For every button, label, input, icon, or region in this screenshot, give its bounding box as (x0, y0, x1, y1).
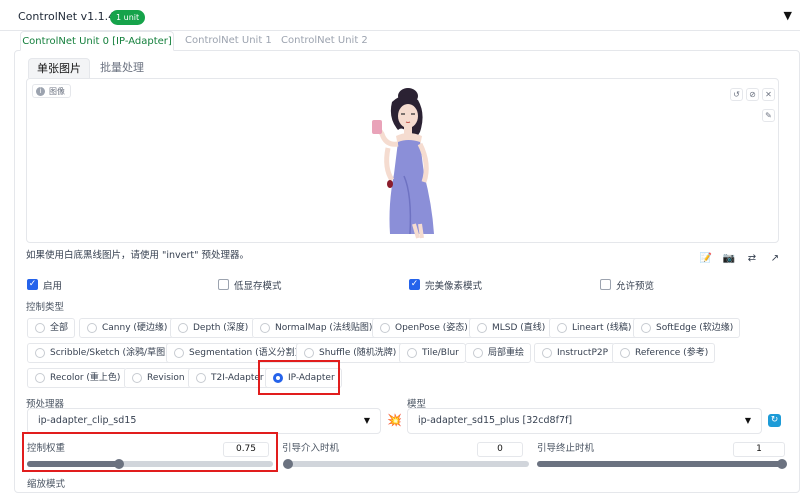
end-input[interactable]: 1 (733, 442, 785, 457)
radio-icon (178, 323, 188, 333)
control-type-openpose[interactable]: OpenPose (姿态) (372, 318, 475, 338)
end-label: 引导终止时机 (537, 443, 595, 454)
chevron-down-icon: ▼ (363, 416, 370, 425)
radio-icon (407, 348, 417, 358)
control-type-tile[interactable]: Tile/Blur (399, 343, 466, 363)
control-type-canny[interactable]: Canny (硬边缘) (79, 318, 175, 338)
control-type-all[interactable]: 全部 (27, 318, 76, 338)
control-type-depth[interactable]: Depth (深度) (170, 318, 256, 338)
brush-icon[interactable]: ✎ (762, 109, 775, 122)
control-type-revision[interactable]: Revision (124, 368, 192, 388)
radio-icon (260, 323, 270, 333)
radio-icon (132, 373, 142, 383)
run-preprocessor-icon[interactable]: 💥 (387, 413, 402, 427)
weight-slider-thumb[interactable] (114, 459, 124, 469)
collapse-toggle-icon[interactable]: ▼ (784, 9, 792, 22)
image-icon: i (36, 87, 45, 96)
control-type-normalmap[interactable]: NormalMap (法线贴图) (252, 318, 380, 338)
start-slider[interactable] (283, 461, 529, 467)
reference-image (354, 84, 486, 239)
control-type-inpaint[interactable]: 局部重绘 (465, 343, 532, 363)
start-label: 引导介入时机 (282, 443, 340, 454)
tab-unit-1[interactable]: ControlNet Unit 1 (185, 31, 272, 51)
radio-icon (35, 348, 45, 358)
pixel-perfect-label: 完美像素模式 (425, 281, 483, 292)
unit-count-badge: 1 unit (110, 10, 146, 25)
refresh-icon[interactable]: ↻ (768, 414, 781, 427)
control-type-mlsd[interactable]: MLSD (直线) (469, 318, 553, 338)
control-type-recolor[interactable]: Recolor (重上色) (27, 368, 128, 388)
radio-icon (557, 323, 567, 333)
ip-adapter-highlight-box (258, 360, 340, 395)
weight-slider-fill (27, 461, 119, 467)
undo-icon[interactable]: ↺ (730, 88, 743, 101)
radio-icon (304, 348, 314, 358)
radio-icon (35, 373, 45, 383)
weight-label: 控制权重 (27, 443, 66, 454)
pixel-perfect-checkbox[interactable]: ✓ (409, 279, 420, 290)
end-slider-fill (537, 461, 782, 467)
radio-icon (542, 348, 552, 358)
radio-icon (473, 348, 483, 358)
camera-icon[interactable]: 📷 (720, 250, 738, 268)
chevron-down-icon: ▼ (744, 416, 751, 425)
invert-hint: 如果使用白底黑线图片，请使用 "invert" 预处理器。 (26, 250, 250, 261)
clear-icon[interactable]: ⊘ (746, 88, 759, 101)
start-input[interactable]: 0 (477, 442, 523, 457)
control-type-label: 控制类型 (26, 302, 65, 313)
tab-batch[interactable]: 批量处理 (100, 58, 144, 78)
start-slider-thumb[interactable] (283, 459, 293, 469)
edit-icon[interactable]: 📝 (697, 250, 715, 268)
radio-icon (174, 348, 184, 358)
enable-label: 启用 (43, 281, 63, 292)
end-slider-thumb[interactable] (777, 459, 787, 469)
radio-icon (196, 373, 206, 383)
radio-icon (477, 323, 487, 333)
control-type-instructp2p[interactable]: InstructP2P (534, 343, 616, 363)
model-dropdown[interactable]: ip-adapter_sd15_plus [32cd8f7f] ▼ (407, 408, 762, 434)
radio-icon (35, 323, 45, 333)
resize-mode-label: 缩放模式 (27, 479, 66, 490)
radio-icon (620, 348, 630, 358)
control-type-scribble[interactable]: Scribble/Sketch (涂鸦/草图) (27, 343, 176, 363)
control-type-lineart[interactable]: Lineart (线稿) (549, 318, 639, 338)
tab-single-image[interactable]: 单张图片 (28, 58, 90, 78)
tab-unit-0[interactable]: ControlNet Unit 0 [IP-Adapter] (20, 31, 174, 51)
allow-preview-checkbox[interactable] (600, 279, 611, 290)
radio-icon (641, 323, 651, 333)
send-icon[interactable]: ↗ (766, 250, 784, 268)
swap-icon[interactable]: ⇄ (743, 250, 761, 268)
radio-icon (380, 323, 390, 333)
low-vram-label: 低显存模式 (234, 281, 282, 292)
tab-unit-2[interactable]: ControlNet Unit 2 (281, 31, 368, 51)
allow-preview-label: 允许预览 (616, 281, 655, 292)
control-type-softedge[interactable]: SoftEdge (软边缘) (633, 318, 741, 338)
control-type-reference[interactable]: Reference (参考) (612, 343, 716, 363)
preprocessor-dropdown[interactable]: ip-adapter_clip_sd15 ▼ (27, 408, 381, 434)
low-vram-checkbox[interactable] (218, 279, 229, 290)
radio-icon (87, 323, 97, 333)
image-label: i 图像 (32, 84, 71, 98)
weight-input[interactable]: 0.75 (223, 442, 269, 457)
close-icon[interactable]: ✕ (762, 88, 775, 101)
enable-checkbox[interactable]: ✓ (27, 279, 38, 290)
